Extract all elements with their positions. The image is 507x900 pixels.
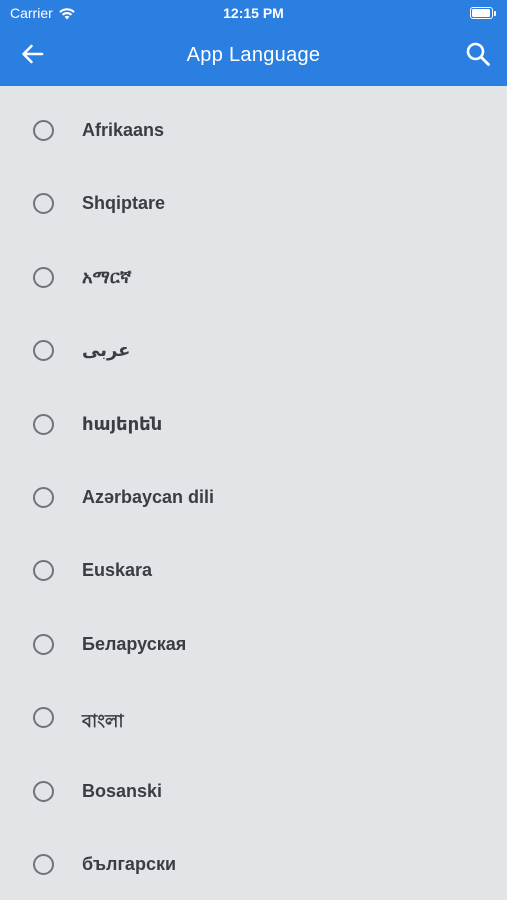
toolbar: App Language (0, 28, 507, 86)
radio-button[interactable] (33, 340, 54, 362)
language-label: عربى (82, 340, 131, 361)
language-label: Беларуская (82, 633, 187, 654)
language-item-azerbaijani[interactable]: Azərbaycan dili (0, 463, 507, 536)
radio-button[interactable] (33, 780, 54, 802)
page-title: App Language (186, 44, 321, 66)
language-item-arabic[interactable]: عربى (0, 316, 507, 389)
app-header: Carrier 12:15 PM App Language (0, 0, 507, 86)
radio-button[interactable] (33, 413, 54, 435)
language-item-albanian[interactable]: Shqiptare (0, 169, 507, 242)
language-label: հայերեն (82, 413, 163, 434)
language-label: български (82, 853, 177, 874)
radio-button[interactable] (33, 560, 54, 582)
language-item-basque[interactable]: Euskara (0, 536, 507, 609)
radio-button[interactable] (33, 120, 54, 141)
language-item-bosnian[interactable]: Bosanski (0, 757, 507, 830)
search-button[interactable] (461, 39, 495, 73)
battery-icon (470, 7, 496, 19)
language-label: Azərbaycan dili (82, 486, 215, 507)
language-item-amharic[interactable]: አማርኛ (0, 243, 507, 316)
language-item-afrikaans[interactable]: Afrikaans (0, 96, 507, 169)
language-label: Shqiptare (82, 193, 166, 214)
radio-button[interactable] (33, 853, 54, 875)
status-time: 12:15 PM (223, 5, 284, 21)
language-item-belarusian[interactable]: Беларуская (0, 610, 507, 683)
language-item-bulgarian[interactable]: български (0, 830, 507, 900)
language-label: Afrikaans (82, 120, 165, 140)
radio-button[interactable] (33, 266, 54, 288)
language-label: Euskara (82, 560, 153, 581)
language-list: Afrikaans Shqiptare አማርኛ عربى հայերեն Az… (0, 86, 507, 900)
radio-button[interactable] (33, 486, 54, 508)
language-item-bengali[interactable]: বাংলা (0, 683, 507, 756)
radio-button[interactable] (33, 707, 54, 729)
radio-button[interactable] (33, 633, 54, 655)
language-item-armenian[interactable]: հայերեն (0, 390, 507, 463)
status-bar: Carrier 12:15 PM (0, 0, 507, 28)
language-label: বাংলা (82, 711, 124, 732)
language-label: አማርኛ (82, 266, 132, 287)
search-icon (465, 41, 491, 72)
language-label: Bosanski (82, 780, 163, 801)
radio-button[interactable] (33, 193, 54, 215)
